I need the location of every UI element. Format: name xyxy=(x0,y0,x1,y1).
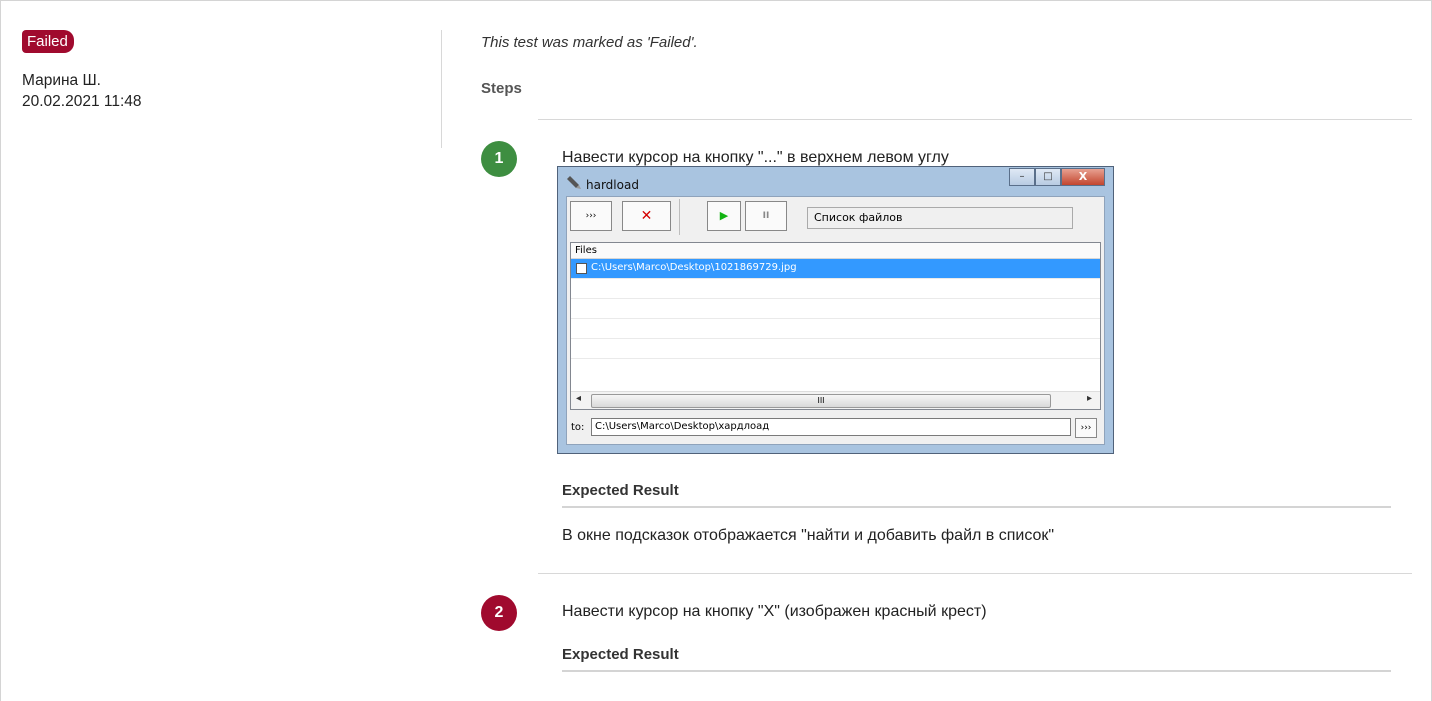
file-checkbox[interactable] xyxy=(576,263,587,274)
browse-button[interactable]: ››› xyxy=(570,201,612,231)
list-item xyxy=(571,299,1100,319)
step-number-2: 2 xyxy=(481,595,517,631)
files-list[interactable]: Files C:\Users\Marco\Desktop\1021869729.… xyxy=(570,242,1101,410)
list-item xyxy=(571,319,1100,339)
close-icon[interactable]: X xyxy=(1061,168,1105,186)
window-controls: – □ X xyxy=(1009,168,1105,186)
result-author-block: Марина Ш. 20.02.2021 11:48 xyxy=(22,70,422,112)
result-details: This test was marked as 'Failed'. Steps … xyxy=(481,0,1412,690)
status-badge: Failed xyxy=(22,30,74,53)
file-path: C:\Users\Marco\Desktop\1021869729.jpg xyxy=(591,262,797,273)
steps-heading: Steps xyxy=(481,80,522,97)
delete-button[interactable]: ✕ xyxy=(622,201,671,231)
scrollbar-thumb[interactable]: III xyxy=(591,394,1051,408)
scroll-left-icon[interactable]: ◂ xyxy=(576,393,581,404)
author-name: Марина Ш. xyxy=(22,72,101,89)
window-body: ››› ✕ ▶ II Список файлов Files C:\Users\… xyxy=(566,196,1105,445)
step-2-expected-heading: Expected Result xyxy=(562,646,1391,672)
minimize-icon[interactable]: – xyxy=(1009,168,1035,186)
files-column-header[interactable]: Files xyxy=(571,243,1100,259)
step-1-expected-text: В окне подсказок отображается "найти и д… xyxy=(562,527,1055,544)
list-item xyxy=(571,279,1100,299)
maximize-icon[interactable]: □ xyxy=(1035,168,1061,186)
play-button[interactable]: ▶ xyxy=(707,201,741,231)
horizontal-scrollbar[interactable]: ◂ III ▸ xyxy=(571,391,1100,409)
step-1-expected-heading: Expected Result xyxy=(562,482,1391,508)
list-item xyxy=(571,339,1100,359)
step-1-text: Навести курсор на кнопку "..." в верхнем… xyxy=(562,149,949,166)
step-number-1: 1 xyxy=(481,141,517,177)
status-field: Список файлов xyxy=(807,207,1073,229)
window-title: hardload xyxy=(586,178,639,192)
scroll-right-icon[interactable]: ▸ xyxy=(1087,393,1092,404)
destination-field[interactable]: C:\Users\Marco\Desktop\хардлоад xyxy=(591,418,1071,436)
hardload-logo-icon xyxy=(567,176,581,189)
list-item[interactable]: C:\Users\Marco\Desktop\1021869729.jpg xyxy=(571,259,1100,279)
destination-browse-button[interactable]: ››› xyxy=(1075,418,1097,438)
result-datetime: 20.02.2021 11:48 xyxy=(22,93,142,110)
destination-label: to: xyxy=(571,422,585,433)
result-meta: Failed Марина Ш. 20.02.2021 11:48 xyxy=(22,30,422,112)
pause-button[interactable]: II xyxy=(745,201,787,231)
step-separator xyxy=(538,573,1412,574)
step-1-screenshot[interactable]: hardload – □ X ››› ✕ ▶ II Список файлов … xyxy=(557,166,1114,454)
step-separator xyxy=(538,119,1412,120)
column-divider xyxy=(441,30,442,148)
step-2-text: Навести курсор на кнопку "X" (изображен … xyxy=(562,603,987,620)
result-note: This test was marked as 'Failed'. xyxy=(481,34,698,51)
toolbar-separator xyxy=(679,199,680,235)
